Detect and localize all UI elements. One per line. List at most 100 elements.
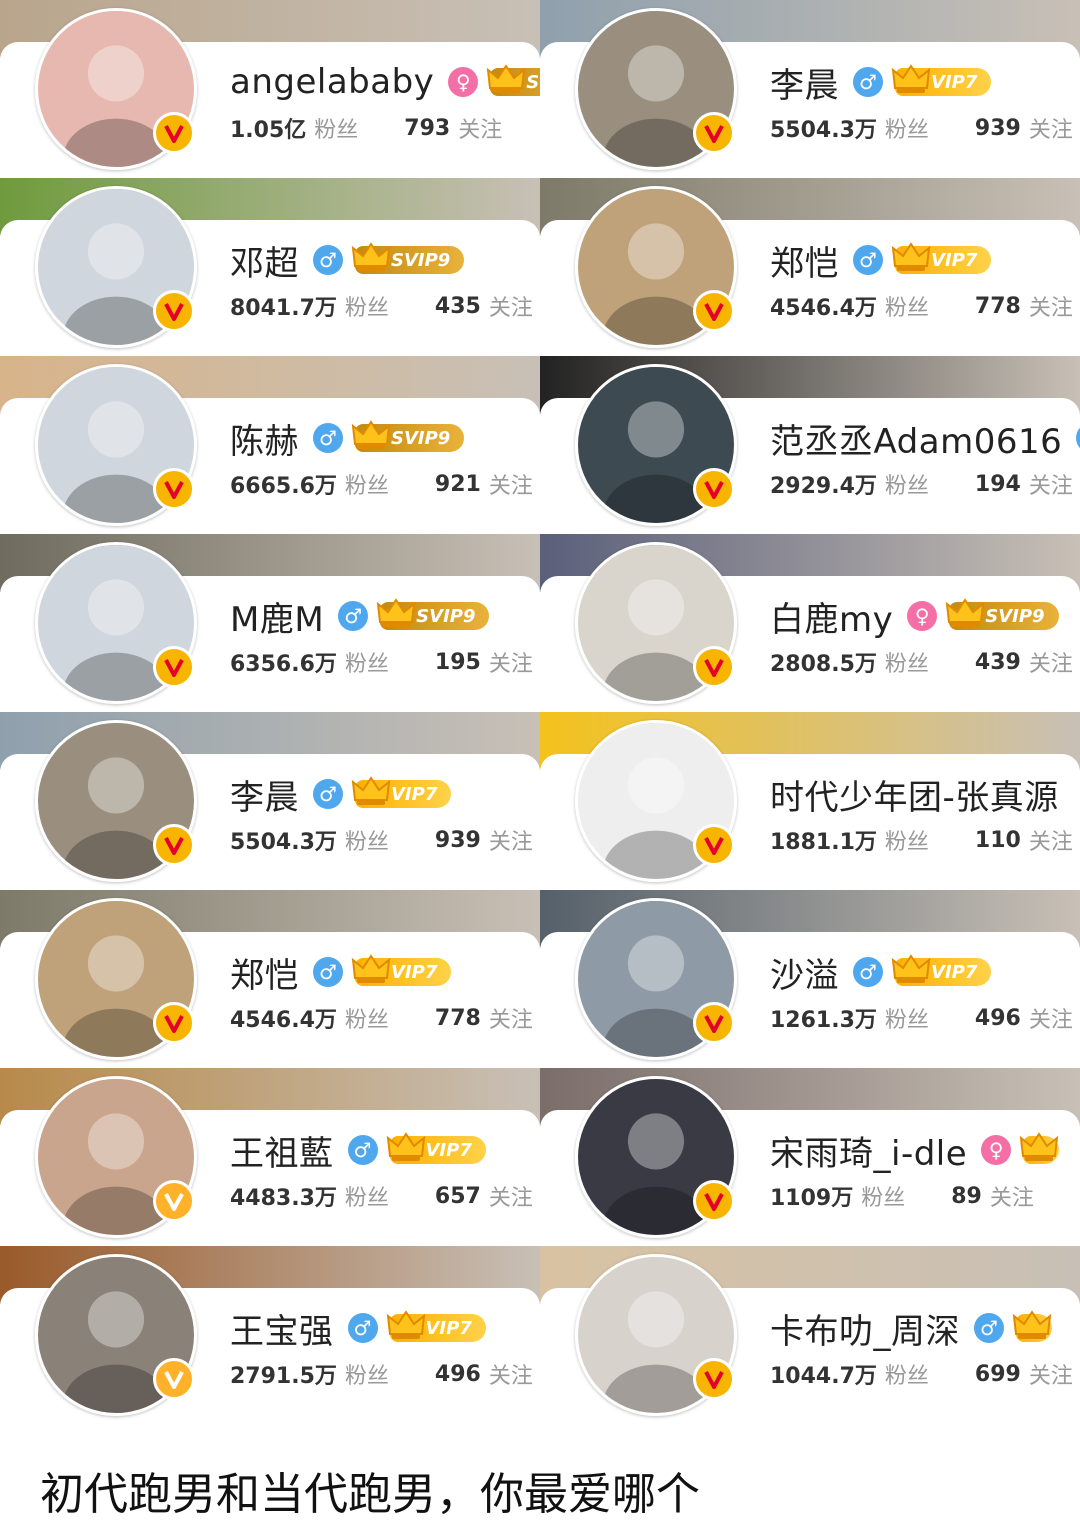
following-label: 关注	[989, 1186, 1034, 1211]
profile-card[interactable]: 邓超 ♂ SVIP9 8041.7万 粉丝 435 关注	[0, 178, 540, 356]
user-name[interactable]: 李晨	[770, 58, 839, 107]
crown-icon	[386, 1132, 425, 1161]
followers-count[interactable]: 1.05亿	[230, 112, 306, 144]
verified-badge-icon	[693, 824, 735, 866]
vip-badge: SVIP9	[351, 420, 465, 452]
profile-card[interactable]: 李晨 ♂ VIP7 5504.3万 粉丝 939 关注	[540, 0, 1080, 178]
user-name[interactable]: 王宝强	[230, 1304, 334, 1353]
profile-card[interactable]: 王宝强 ♂ VIP7 2791.5万 粉丝 496 关注	[0, 1246, 540, 1424]
followers-count[interactable]: 6665.6万	[230, 468, 337, 500]
following-count[interactable]: 89	[951, 1184, 982, 1209]
profile-card[interactable]: 范丞丞Adam0616 ♂ 2929.4万粉丝 194 关注	[540, 356, 1080, 534]
followers-count[interactable]: 6356.6万	[230, 646, 337, 678]
user-name[interactable]: 王祖藍	[230, 1126, 334, 1175]
user-name[interactable]: 陈赫	[230, 414, 299, 463]
followers-count[interactable]: 4546.4万	[770, 290, 877, 322]
stats-row: 1261.3万 粉丝 496 关注	[770, 1002, 1073, 1034]
user-name[interactable]: 沙溢	[770, 948, 839, 997]
vip-badge: VIP7	[386, 1132, 486, 1164]
followers-count[interactable]: 1881.1万	[770, 824, 877, 856]
user-name[interactable]: 李晨	[230, 770, 299, 819]
user-name[interactable]: 时代少年团-张真源	[770, 770, 1059, 819]
verified-badge-icon	[153, 646, 195, 688]
vip-level: VIP7	[391, 783, 438, 805]
followers-count[interactable]: 1261.3万	[770, 1002, 877, 1034]
followers-count[interactable]: 4546.4万	[230, 1002, 337, 1034]
followers-label: 粉丝	[884, 652, 929, 677]
user-name[interactable]: 宋雨琦_i-dle	[770, 1126, 967, 1175]
crown-icon	[376, 598, 416, 627]
user-name[interactable]: M鹿M	[230, 592, 324, 641]
crown-icon	[351, 954, 391, 983]
following-count[interactable]: 939	[975, 116, 1021, 141]
following-count[interactable]: 921	[435, 472, 481, 497]
profile-card[interactable]: M鹿M ♂ SVIP9 6356.6万 粉丝 195 关注	[0, 534, 540, 712]
verified-badge-icon	[693, 1180, 735, 1222]
following-count[interactable]: 496	[975, 1006, 1021, 1031]
stats-row: 1.05亿 粉丝 793 关注	[230, 112, 502, 144]
profile-card[interactable]: 李晨 ♂ VIP7 5504.3万 粉丝 939 关注	[0, 712, 540, 890]
vip-level: VIP7	[931, 249, 978, 271]
following-label: 关注	[458, 118, 503, 143]
profile-card[interactable]: 王祖藍 ♂ VIP7 4483.3万 粉丝 657 关注	[0, 1068, 540, 1246]
following-count[interactable]: 110	[975, 828, 1021, 853]
following-count[interactable]: 439	[975, 650, 1021, 675]
user-name[interactable]: 郑恺	[230, 948, 299, 997]
male-gender-icon: ♂	[313, 779, 343, 809]
followers-count[interactable]: 1044.7万	[770, 1358, 877, 1390]
user-name[interactable]: 邓超	[230, 236, 299, 285]
right-column: 李晨 ♂ VIP7 5504.3万 粉丝 939 关注 郑恺 ♂ VIP7 4546.4万 粉丝 778…	[540, 0, 1080, 1424]
profile-card[interactable]: 郑恺 ♂ VIP7 4546.4万 粉丝 778 关注	[0, 890, 540, 1068]
following-count[interactable]: 496	[435, 1362, 481, 1387]
followers-count[interactable]: 2929.4万	[770, 468, 877, 500]
user-name[interactable]: 郑恺	[770, 236, 839, 285]
vip-badge: VIP7	[891, 64, 992, 96]
following-count[interactable]: 657	[435, 1184, 481, 1209]
profile-card[interactable]: 郑恺 ♂ VIP7 4546.4万 粉丝 778 关注	[540, 178, 1080, 356]
followers-count[interactable]: 8041.7万	[230, 290, 337, 322]
crown-icon	[945, 598, 985, 627]
profile-card[interactable]: angelababy ♀ SVIP 1.05亿粉丝 793 关注	[0, 0, 540, 178]
user-name[interactable]: 卡布叻_周深	[770, 1304, 960, 1353]
followers-count[interactable]: 5504.3万	[770, 112, 877, 144]
female-gender-icon: ♀	[448, 67, 479, 97]
profile-card[interactable]: 时代少年团-张真源 1881.1万 粉丝 110 关注	[540, 712, 1080, 890]
followers-count[interactable]: 1109万	[770, 1180, 853, 1212]
user-name[interactable]: angelababy	[230, 62, 434, 102]
following-label: 关注	[1028, 1364, 1073, 1389]
crown-icon	[351, 420, 391, 449]
following-label: 关注	[488, 830, 533, 855]
vip-level: SVIP	[526, 71, 540, 93]
vip-badge: VIP7	[891, 954, 992, 986]
user-name[interactable]: 范丞丞Adam0616	[770, 414, 1062, 463]
followers-label: 粉丝	[884, 1364, 929, 1389]
profile-card[interactable]: 白鹿my ♀ SVIP9 2808.5万 粉丝 439 关注	[540, 534, 1080, 712]
following-count[interactable]: 435	[435, 294, 481, 319]
followers-count[interactable]: 4483.3万	[230, 1180, 337, 1212]
followers-count[interactable]: 2791.5万	[230, 1358, 337, 1390]
following-count[interactable]: 195	[435, 650, 481, 675]
following-count[interactable]: 793	[404, 116, 450, 141]
vip-level: VIP7	[931, 961, 978, 983]
following-label: 关注	[1028, 474, 1073, 499]
left-column: angelababy♀SVIP1.05亿粉丝793关注邓超♂SVIP98041.…	[0, 0, 540, 1424]
vip-level: VIP7	[391, 961, 438, 983]
followers-count[interactable]: 2808.5万	[770, 646, 877, 678]
following-count[interactable]: 778	[975, 294, 1021, 319]
followers-label: 粉丝	[344, 652, 389, 677]
profile-card[interactable]: 沙溢 ♂ VIP7 1261.3万 粉丝 496 关注	[540, 890, 1080, 1068]
profile-card[interactable]: 陈赫 ♂ SVIP9 6665.6万 粉丝 921 关注	[0, 356, 540, 534]
following-label: 关注	[1028, 296, 1073, 321]
following-count[interactable]: 778	[435, 1006, 481, 1031]
stats-row: 6665.6万 粉丝 921 关注	[230, 468, 533, 500]
following-count[interactable]: 699	[975, 1362, 1021, 1387]
following-label: 关注	[1028, 118, 1073, 143]
following-count[interactable]: 939	[435, 828, 481, 853]
followers-count[interactable]: 5504.3万	[230, 824, 337, 856]
male-gender-icon: ♂	[853, 67, 883, 97]
following-count[interactable]: 194	[975, 472, 1021, 497]
followers-label: 粉丝	[884, 474, 929, 499]
profile-card[interactable]: 卡布叻_周深 ♂ 1044.7万 粉丝 699 关注	[540, 1246, 1080, 1424]
profile-card[interactable]: 宋雨琦_i-dle ♀ 1109万 粉丝 89 关注	[540, 1068, 1080, 1246]
user-name[interactable]: 白鹿my	[770, 592, 893, 641]
